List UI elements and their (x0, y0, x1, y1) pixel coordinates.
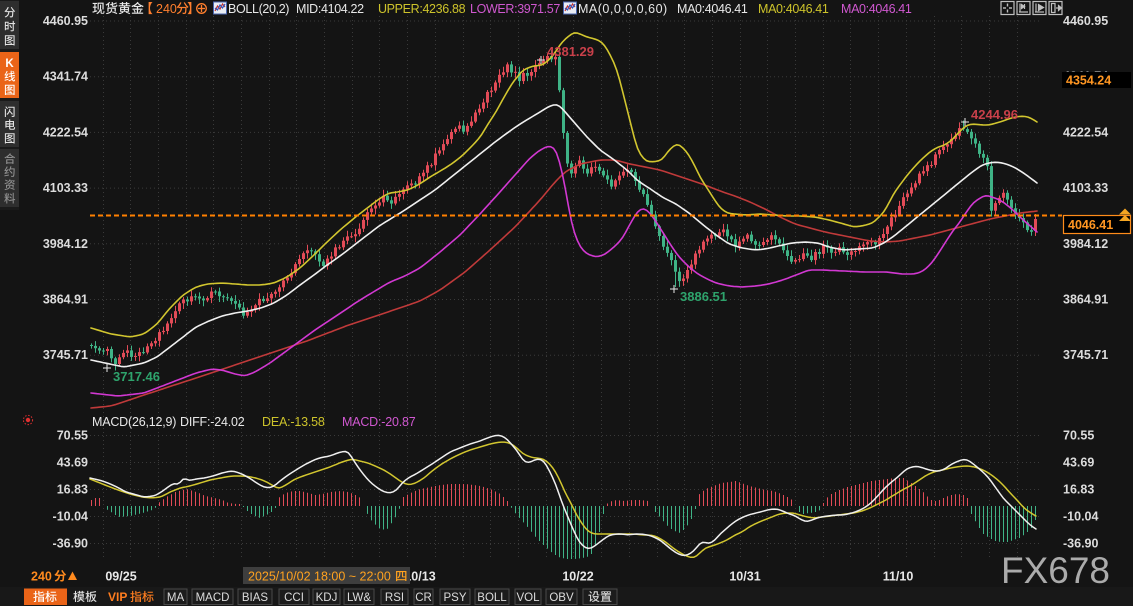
svg-text:UPPER:4236.88: UPPER:4236.88 (378, 2, 466, 16)
svg-text:MID:4104.22: MID:4104.22 (296, 2, 364, 16)
svg-text:3886.51: 3886.51 (680, 289, 727, 304)
svg-text:BOLL(20,2): BOLL(20,2) (228, 2, 289, 16)
svg-text:VIP: VIP (108, 590, 127, 604)
svg-text:OBV: OBV (549, 592, 574, 604)
svg-text:3984.12: 3984.12 (1063, 237, 1108, 251)
svg-text:CCI: CCI (284, 592, 304, 604)
svg-text:FX678: FX678 (1001, 550, 1110, 591)
svg-text:3717.46: 3717.46 (113, 369, 160, 384)
svg-text:4460.95: 4460.95 (1063, 14, 1108, 28)
svg-text:-10.04: -10.04 (1063, 510, 1098, 524)
svg-text:4460.95: 4460.95 (43, 14, 88, 28)
svg-text:MA(0,0,0,0,60): MA(0,0,0,0,60) (578, 2, 668, 16)
svg-text:3745.71: 3745.71 (1063, 348, 1108, 362)
svg-text:-10.04: -10.04 (53, 510, 88, 524)
svg-text:KDJ: KDJ (316, 592, 338, 604)
svg-text:4222.54: 4222.54 (1063, 125, 1108, 139)
svg-text:10/22: 10/22 (562, 570, 593, 584)
svg-text:BOLL: BOLL (477, 592, 507, 604)
svg-text:LOWER:3971.57: LOWER:3971.57 (470, 2, 560, 16)
svg-text:4381.29: 4381.29 (547, 44, 594, 59)
svg-text:MA0:4046.41: MA0:4046.41 (758, 2, 829, 16)
svg-text:RSI: RSI (385, 592, 404, 604)
svg-text:4354.24: 4354.24 (1066, 74, 1111, 88)
svg-text:09/25: 09/25 (105, 570, 136, 584)
svg-text:2025/10/02 18:00 ~ 22:00: 2025/10/02 18:00 ~ 22:00 (248, 570, 391, 584)
svg-text:CR: CR (415, 592, 432, 604)
svg-text:16.83: 16.83 (1063, 483, 1094, 497)
svg-text:4103.33: 4103.33 (1063, 181, 1108, 195)
svg-text:3984.12: 3984.12 (43, 237, 88, 251)
svg-text:MA0:4046.41: MA0:4046.41 (677, 2, 748, 16)
svg-text:MACD(26,12,9): MACD(26,12,9) (92, 415, 176, 429)
svg-text:PSY: PSY (443, 592, 466, 604)
svg-text:3745.71: 3745.71 (43, 348, 88, 362)
svg-text:4046.41: 4046.41 (1068, 218, 1113, 232)
svg-text:3864.91: 3864.91 (43, 293, 88, 307)
svg-text:MACD: MACD (196, 592, 230, 604)
svg-text:MA: MA (167, 592, 185, 604)
svg-text:43.69: 43.69 (57, 456, 88, 470)
svg-text:70.55: 70.55 (1063, 429, 1094, 443)
svg-text:BIAS: BIAS (242, 592, 269, 604)
svg-text:10/31: 10/31 (729, 570, 760, 584)
svg-text:16.83: 16.83 (57, 483, 88, 497)
svg-text:43.69: 43.69 (1063, 456, 1094, 470)
svg-text:11/10: 11/10 (883, 570, 914, 584)
svg-text:DIFF:-24.02: DIFF:-24.02 (180, 415, 245, 429)
svg-text:K: K (5, 58, 14, 70)
svg-text:MACD:-20.87: MACD:-20.87 (342, 415, 416, 429)
svg-text:LW&: LW& (347, 592, 371, 604)
svg-text:VOL: VOL (516, 592, 540, 604)
svg-text:-36.90: -36.90 (53, 537, 88, 551)
svg-text:4103.33: 4103.33 (43, 181, 88, 195)
svg-text:70.55: 70.55 (57, 429, 88, 443)
svg-text:240: 240 (31, 570, 52, 584)
svg-text:DEA:-13.58: DEA:-13.58 (262, 415, 325, 429)
svg-text:3864.91: 3864.91 (1063, 293, 1108, 307)
svg-text:4244.96: 4244.96 (971, 107, 1018, 122)
svg-text:4341.74: 4341.74 (43, 70, 88, 84)
svg-text:240: 240 (156, 2, 177, 16)
svg-text:-36.90: -36.90 (1063, 537, 1098, 551)
svg-text:MA0:4046.41: MA0:4046.41 (841, 2, 912, 16)
svg-text:4222.54: 4222.54 (43, 125, 88, 139)
